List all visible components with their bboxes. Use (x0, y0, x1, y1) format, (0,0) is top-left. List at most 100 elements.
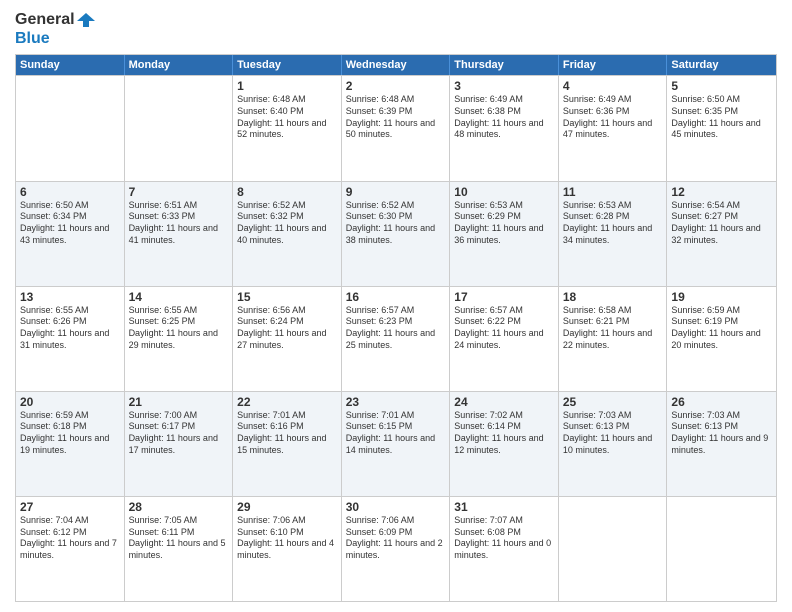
cell-info: Sunrise: 6:55 AM Sunset: 6:25 PM Dayligh… (129, 305, 229, 352)
calendar-cell: 21Sunrise: 7:00 AM Sunset: 6:17 PM Dayli… (125, 392, 234, 496)
cell-info: Sunrise: 6:48 AM Sunset: 6:39 PM Dayligh… (346, 94, 446, 141)
day-number: 28 (129, 500, 229, 514)
day-number: 12 (671, 185, 772, 199)
cell-info: Sunrise: 6:48 AM Sunset: 6:40 PM Dayligh… (237, 94, 337, 141)
day-number: 15 (237, 290, 337, 304)
calendar-row-1: 6Sunrise: 6:50 AM Sunset: 6:34 PM Daylig… (16, 181, 776, 286)
calendar-body: 1Sunrise: 6:48 AM Sunset: 6:40 PM Daylig… (16, 75, 776, 601)
calendar-cell: 1Sunrise: 6:48 AM Sunset: 6:40 PM Daylig… (233, 76, 342, 180)
calendar-cell: 20Sunrise: 6:59 AM Sunset: 6:18 PM Dayli… (16, 392, 125, 496)
day-number: 26 (671, 395, 772, 409)
day-number: 8 (237, 185, 337, 199)
calendar-cell: 6Sunrise: 6:50 AM Sunset: 6:34 PM Daylig… (16, 182, 125, 286)
day-number: 13 (20, 290, 120, 304)
day-number: 17 (454, 290, 554, 304)
cell-info: Sunrise: 6:57 AM Sunset: 6:23 PM Dayligh… (346, 305, 446, 352)
day-number: 18 (563, 290, 663, 304)
day-number: 20 (20, 395, 120, 409)
cell-info: Sunrise: 7:02 AM Sunset: 6:14 PM Dayligh… (454, 410, 554, 457)
calendar-cell: 11Sunrise: 6:53 AM Sunset: 6:28 PM Dayli… (559, 182, 668, 286)
day-number: 14 (129, 290, 229, 304)
calendar: SundayMondayTuesdayWednesdayThursdayFrid… (15, 54, 777, 602)
header-day-friday: Friday (559, 55, 668, 75)
cell-info: Sunrise: 7:06 AM Sunset: 6:09 PM Dayligh… (346, 515, 446, 562)
cell-info: Sunrise: 6:53 AM Sunset: 6:29 PM Dayligh… (454, 200, 554, 247)
day-number: 7 (129, 185, 229, 199)
calendar-cell: 16Sunrise: 6:57 AM Sunset: 6:23 PM Dayli… (342, 287, 451, 391)
calendar-cell: 22Sunrise: 7:01 AM Sunset: 6:16 PM Dayli… (233, 392, 342, 496)
cell-info: Sunrise: 6:50 AM Sunset: 6:34 PM Dayligh… (20, 200, 120, 247)
cell-info: Sunrise: 6:49 AM Sunset: 6:36 PM Dayligh… (563, 94, 663, 141)
logo: GeneralBlue (15, 10, 95, 48)
calendar-cell: 19Sunrise: 6:59 AM Sunset: 6:19 PM Dayli… (667, 287, 776, 391)
header-day-thursday: Thursday (450, 55, 559, 75)
cell-info: Sunrise: 7:03 AM Sunset: 6:13 PM Dayligh… (563, 410, 663, 457)
calendar-cell: 2Sunrise: 6:48 AM Sunset: 6:39 PM Daylig… (342, 76, 451, 180)
cell-info: Sunrise: 6:53 AM Sunset: 6:28 PM Dayligh… (563, 200, 663, 247)
cell-info: Sunrise: 6:51 AM Sunset: 6:33 PM Dayligh… (129, 200, 229, 247)
calendar-cell: 25Sunrise: 7:03 AM Sunset: 6:13 PM Dayli… (559, 392, 668, 496)
cell-info: Sunrise: 6:52 AM Sunset: 6:32 PM Dayligh… (237, 200, 337, 247)
calendar-row-0: 1Sunrise: 6:48 AM Sunset: 6:40 PM Daylig… (16, 75, 776, 180)
calendar-cell: 13Sunrise: 6:55 AM Sunset: 6:26 PM Dayli… (16, 287, 125, 391)
calendar-cell: 18Sunrise: 6:58 AM Sunset: 6:21 PM Dayli… (559, 287, 668, 391)
calendar-cell: 14Sunrise: 6:55 AM Sunset: 6:25 PM Dayli… (125, 287, 234, 391)
calendar-cell: 30Sunrise: 7:06 AM Sunset: 6:09 PM Dayli… (342, 497, 451, 601)
day-number: 29 (237, 500, 337, 514)
day-number: 23 (346, 395, 446, 409)
day-number: 1 (237, 79, 337, 93)
calendar-row-2: 13Sunrise: 6:55 AM Sunset: 6:26 PM Dayli… (16, 286, 776, 391)
cell-info: Sunrise: 7:05 AM Sunset: 6:11 PM Dayligh… (129, 515, 229, 562)
cell-info: Sunrise: 6:50 AM Sunset: 6:35 PM Dayligh… (671, 94, 772, 141)
calendar-row-4: 27Sunrise: 7:04 AM Sunset: 6:12 PM Dayli… (16, 496, 776, 601)
calendar-cell: 7Sunrise: 6:51 AM Sunset: 6:33 PM Daylig… (125, 182, 234, 286)
cell-info: Sunrise: 6:59 AM Sunset: 6:18 PM Dayligh… (20, 410, 120, 457)
header-day-saturday: Saturday (667, 55, 776, 75)
calendar-cell: 24Sunrise: 7:02 AM Sunset: 6:14 PM Dayli… (450, 392, 559, 496)
day-number: 21 (129, 395, 229, 409)
cell-info: Sunrise: 6:52 AM Sunset: 6:30 PM Dayligh… (346, 200, 446, 247)
calendar-cell: 8Sunrise: 6:52 AM Sunset: 6:32 PM Daylig… (233, 182, 342, 286)
calendar-cell: 31Sunrise: 7:07 AM Sunset: 6:08 PM Dayli… (450, 497, 559, 601)
day-number: 9 (346, 185, 446, 199)
cell-info: Sunrise: 7:07 AM Sunset: 6:08 PM Dayligh… (454, 515, 554, 562)
cell-info: Sunrise: 7:01 AM Sunset: 6:16 PM Dayligh… (237, 410, 337, 457)
cell-info: Sunrise: 7:06 AM Sunset: 6:10 PM Dayligh… (237, 515, 337, 562)
calendar-cell: 23Sunrise: 7:01 AM Sunset: 6:15 PM Dayli… (342, 392, 451, 496)
day-number: 31 (454, 500, 554, 514)
calendar-cell: 12Sunrise: 6:54 AM Sunset: 6:27 PM Dayli… (667, 182, 776, 286)
calendar-cell: 27Sunrise: 7:04 AM Sunset: 6:12 PM Dayli… (16, 497, 125, 601)
header-day-wednesday: Wednesday (342, 55, 451, 75)
cell-info: Sunrise: 6:57 AM Sunset: 6:22 PM Dayligh… (454, 305, 554, 352)
cell-info: Sunrise: 7:01 AM Sunset: 6:15 PM Dayligh… (346, 410, 446, 457)
cell-info: Sunrise: 6:56 AM Sunset: 6:24 PM Dayligh… (237, 305, 337, 352)
header: GeneralBlue (15, 10, 777, 48)
day-number: 5 (671, 79, 772, 93)
cell-info: Sunrise: 6:58 AM Sunset: 6:21 PM Dayligh… (563, 305, 663, 352)
day-number: 27 (20, 500, 120, 514)
cell-info: Sunrise: 6:54 AM Sunset: 6:27 PM Dayligh… (671, 200, 772, 247)
day-number: 16 (346, 290, 446, 304)
calendar-cell: 4Sunrise: 6:49 AM Sunset: 6:36 PM Daylig… (559, 76, 668, 180)
cell-info: Sunrise: 7:03 AM Sunset: 6:13 PM Dayligh… (671, 410, 772, 457)
day-number: 11 (563, 185, 663, 199)
calendar-cell: 5Sunrise: 6:50 AM Sunset: 6:35 PM Daylig… (667, 76, 776, 180)
calendar-cell: 3Sunrise: 6:49 AM Sunset: 6:38 PM Daylig… (450, 76, 559, 180)
calendar-header: SundayMondayTuesdayWednesdayThursdayFrid… (16, 55, 776, 75)
calendar-cell (559, 497, 668, 601)
day-number: 22 (237, 395, 337, 409)
calendar-cell (16, 76, 125, 180)
logo-text: GeneralBlue (15, 10, 95, 48)
calendar-row-3: 20Sunrise: 6:59 AM Sunset: 6:18 PM Dayli… (16, 391, 776, 496)
day-number: 4 (563, 79, 663, 93)
cell-info: Sunrise: 6:49 AM Sunset: 6:38 PM Dayligh… (454, 94, 554, 141)
cell-info: Sunrise: 6:55 AM Sunset: 6:26 PM Dayligh… (20, 305, 120, 352)
calendar-cell: 17Sunrise: 6:57 AM Sunset: 6:22 PM Dayli… (450, 287, 559, 391)
calendar-cell: 29Sunrise: 7:06 AM Sunset: 6:10 PM Dayli… (233, 497, 342, 601)
page: GeneralBlue SundayMondayTuesdayWednesday… (0, 0, 792, 612)
calendar-cell: 28Sunrise: 7:05 AM Sunset: 6:11 PM Dayli… (125, 497, 234, 601)
calendar-cell: 10Sunrise: 6:53 AM Sunset: 6:29 PM Dayli… (450, 182, 559, 286)
day-number: 3 (454, 79, 554, 93)
day-number: 25 (563, 395, 663, 409)
header-day-monday: Monday (125, 55, 234, 75)
